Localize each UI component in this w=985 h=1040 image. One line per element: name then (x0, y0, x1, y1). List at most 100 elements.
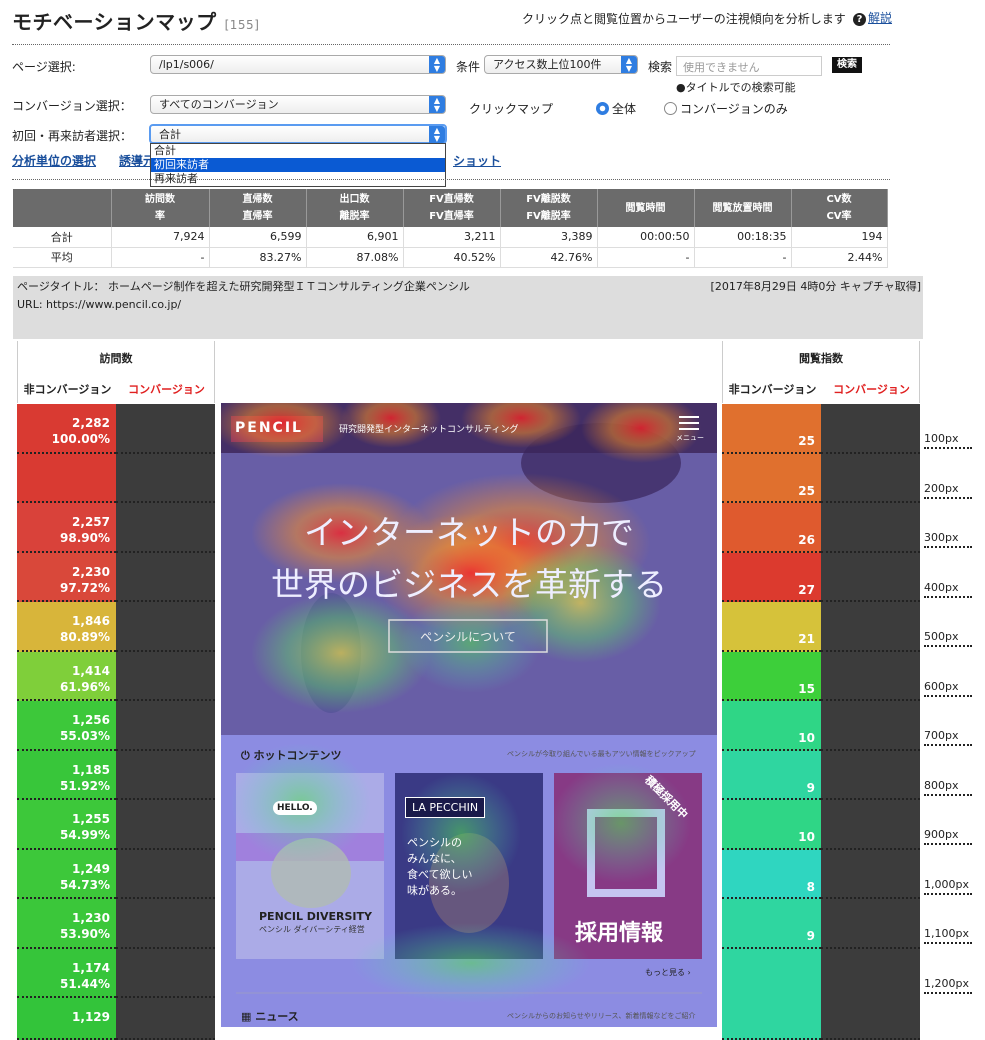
visits-nonconv-cell: 1,174 51.44% (17, 948, 116, 998)
visits-value: 1,249 54.73% (60, 861, 110, 892)
visits-nonconv-cell (17, 453, 116, 503)
help-icon: ? (853, 13, 866, 26)
visits-nonconv-cell: 1,255 54.99% (17, 800, 116, 850)
visits-value: 2,230 97.72% (60, 564, 110, 595)
visits-col-nonconv: 非コンバージョン (23, 383, 112, 396)
visits-nonconv-cell: 1,256 55.03% (17, 701, 116, 751)
pixel-ruler-label: 900px (924, 828, 972, 845)
conversion-select-label: コンバージョン選択： (12, 99, 132, 113)
visits-conv-cell (116, 948, 215, 998)
card1-subtitle: ペンシル ダイバーシティ経営 (259, 925, 365, 934)
page-info-bar: ページタイトル： ホームページ制作を超えた研究開発型ＩＴコンサルティング企業ペン… (13, 276, 923, 339)
browse-nonconv-cell: 21 (722, 602, 821, 652)
card2-brand: LA PECCHIN (405, 797, 486, 818)
visits-value: 2,257 98.90% (60, 515, 110, 545)
browse-conv-cell (821, 651, 920, 701)
browse-conv-cell (821, 948, 920, 1040)
visits-conv-cell (116, 404, 215, 454)
conversion-select[interactable]: すべてのコンバージョン ▲ ▼ (150, 95, 446, 114)
visits-group-label: 訪問数 (99, 352, 133, 365)
pixel-ruler-label: 600px (924, 680, 972, 697)
chevron-updown-icon: ▲ ▼ (621, 56, 637, 73)
browse-value: 21 (798, 632, 815, 646)
capture-time: [2017年8月29日 4時0分 キャプチャ取得] (710, 280, 921, 293)
clickmap-label: クリックマップ (469, 102, 554, 116)
visits-conv-cell (116, 800, 215, 850)
browse-value: 27 (798, 582, 815, 597)
visits-value: 1,256 55.03% (60, 713, 110, 743)
page-title: モチベーションマップ [155] (12, 10, 260, 34)
browse-value: 15 (798, 681, 815, 696)
page-select[interactable]: /lp1/s006/▲ ▼ (150, 55, 446, 74)
visits-value: 1,255 54.99% (60, 812, 110, 842)
screenshot-tagline: 研究開発型インターネットコンサルティング (339, 425, 519, 435)
table-header: 閲覧放置時間 (694, 189, 792, 227)
visits-nonconv-cell: 2,282 100.00% (17, 404, 116, 454)
browse-conv-cell (821, 503, 920, 553)
table-header: FV離脱数 FV離脱率 (500, 189, 598, 227)
pixel-ruler-label: 200px (924, 482, 972, 499)
condition-select[interactable]: アクセス数上位100件 ▲ ▼ (484, 55, 638, 74)
dropdown-option[interactable]: 合計 (151, 144, 445, 158)
table-header: CV数 CV率 (791, 189, 888, 227)
hero-button-label: ペンシルについて (420, 630, 516, 644)
visits-nonconv-cell: 1,414 61.96% (17, 651, 116, 701)
browse-nonconv-cell: 25 (722, 453, 821, 503)
visits-conv-cell (116, 849, 215, 899)
browse-nonconv-cell: 25 (722, 404, 821, 454)
hot-contents-title: ⏻ ホットコンテンツ (241, 749, 342, 762)
browse-value: 25 (798, 434, 815, 448)
visitor-select[interactable]: 合計 ▲ ▼ (149, 124, 447, 144)
analysis-unit-link[interactable]: 分析単位の選択 (12, 152, 96, 169)
visits-conv-cell (116, 651, 215, 701)
visitor-dropdown[interactable]: 合計 初回来訪者 再来訪者 (150, 143, 446, 187)
visits-value: 2,282 100.00% (51, 416, 110, 446)
table-header: 訪問数率 (111, 189, 210, 227)
visits-conv-cell (116, 552, 215, 602)
help-link[interactable]: ? 解説 (853, 9, 892, 26)
visits-nonconv-cell: 1,230 53.90% (17, 899, 116, 949)
browse-group-label: 閲覧指数 (799, 352, 843, 365)
divider (12, 179, 890, 180)
radio-all[interactable]: 全体 (596, 100, 636, 117)
radio-off-icon (664, 102, 677, 115)
pixel-ruler-label: 500px (924, 630, 972, 647)
visits-nonconv-cell: 1,846 80.89% (17, 602, 116, 652)
visits-value: 1,185 51.92% (60, 762, 110, 793)
browse-value: 9 (806, 780, 815, 795)
page-subtitle: クリック点と閲覧位置からユーザーの注視傾向を分析します (522, 12, 846, 26)
card1-hello: HELLO. (273, 801, 317, 815)
power-icon: ⏻ (241, 749, 254, 762)
visits-nonconv-cell: 1,249 54.73% (17, 849, 116, 899)
browse-conv-cell (821, 552, 920, 602)
pixel-ruler-label: 1,200px (924, 977, 972, 994)
chevron-updown-icon: ▲ ▼ (429, 56, 445, 73)
pixel-ruler-label: 1,000px (924, 878, 972, 895)
search-button[interactable]: 検索 (832, 57, 862, 73)
chevron-updown-icon: ▲ ▼ (429, 126, 445, 143)
browse-conv-cell (821, 453, 920, 503)
chevron-updown-icon: ▲ ▼ (429, 96, 445, 113)
browse-value: 10 (798, 830, 815, 844)
screenshot-link[interactable]: ショット (453, 152, 501, 169)
stats-table: 訪問数率 直帰数 直帰率 出口数 離脱率 FV直帰数 FV直帰率 FV離脱数 FV離脱率… (13, 189, 888, 268)
search-input[interactable]: 使用できません (676, 56, 822, 76)
visits-conv-cell (116, 602, 215, 652)
browse-nonconv-cell (722, 948, 821, 1040)
browse-conv-cell (821, 750, 920, 800)
dropdown-option-selected[interactable]: 初回来訪者 (151, 158, 445, 172)
table-header: FV直帰数 FV直帰率 (403, 189, 501, 227)
visits-value: 1,414 61.96% (60, 663, 110, 694)
radio-conversion-only[interactable]: コンバージョンのみ (664, 100, 788, 117)
browse-col-nonconv: 非コンバージョン (728, 383, 817, 396)
screenshot-menu-label: メニュー (676, 434, 704, 442)
pixel-ruler-label: 100px (924, 432, 972, 449)
pixel-ruler-label: 1,100px (924, 927, 972, 944)
news-title: ▦ ニュース (241, 1010, 299, 1023)
browse-nonconv-cell: 10 (722, 800, 821, 850)
browse-value: 9 (806, 929, 815, 943)
more-link[interactable]: もっと見る › (645, 967, 691, 978)
browse-conv-cell (821, 899, 920, 949)
browse-value: 26 (798, 533, 815, 547)
visits-nonconv-cell: 1,185 51.92% (17, 750, 116, 800)
